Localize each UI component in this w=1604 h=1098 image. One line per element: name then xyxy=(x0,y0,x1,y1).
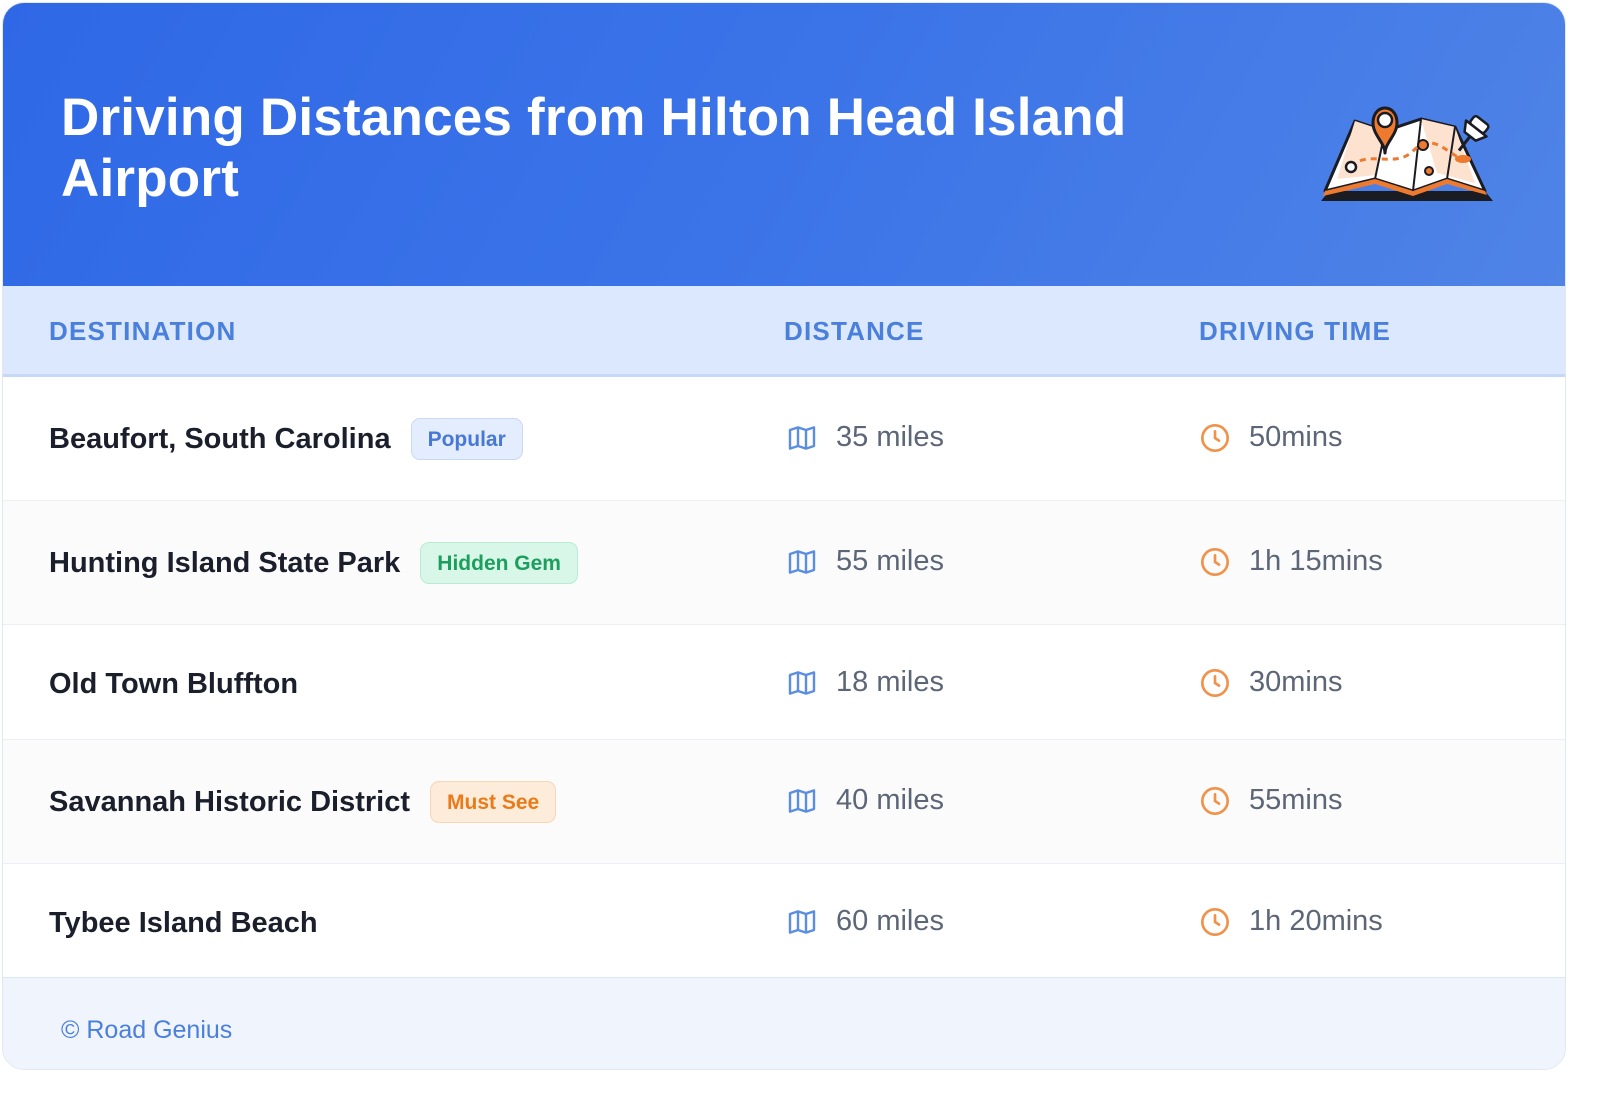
distance-cell: 18 miles xyxy=(786,666,944,699)
column-header-distance[interactable]: DISTANCE xyxy=(784,316,925,347)
clock-icon xyxy=(1201,423,1229,452)
distance-value: 40 miles xyxy=(836,784,944,816)
copyright-text[interactable]: © Road Genius xyxy=(61,1016,232,1045)
clock-icon xyxy=(1201,786,1229,815)
destination-cell: Old Town Bluffton xyxy=(49,661,298,707)
destination-cell: Savannah Historic District Must See xyxy=(49,779,557,825)
destination-name: Beaufort, South Carolina xyxy=(49,422,391,455)
distance-cell: 60 miles xyxy=(786,905,944,938)
driving-time-value: 30mins xyxy=(1249,666,1343,698)
folded-map-with-pins-icon xyxy=(1321,106,1493,201)
distance-value: 35 miles xyxy=(836,421,944,453)
popular-badge: Popular xyxy=(410,418,523,460)
driving-time-value: 1h 20mins xyxy=(1249,905,1383,937)
distance-cell: 55 miles xyxy=(786,545,944,578)
card-footer: © Road Genius xyxy=(3,977,1565,1069)
table-header: DESTINATION DISTANCE DRIVING TIME xyxy=(3,286,1565,377)
distance-cell: 35 miles xyxy=(786,421,944,454)
column-header-driving-time[interactable]: DRIVING TIME xyxy=(1199,316,1391,347)
table-row[interactable]: Hunting Island State Park Hidden Gem 55 … xyxy=(3,501,1565,625)
driving-time-cell: 1h 20mins xyxy=(1199,905,1383,938)
destination-name: Tybee Island Beach xyxy=(49,906,318,939)
destination-name: Hunting Island State Park xyxy=(49,546,401,579)
destination-cell: Hunting Island State Park Hidden Gem xyxy=(49,540,578,586)
hidden-gem-badge: Hidden Gem xyxy=(420,542,578,584)
map-icon xyxy=(788,909,816,934)
map-icon xyxy=(788,670,816,695)
map-icon xyxy=(788,788,816,813)
table-row[interactable]: Old Town Bluffton 18 miles 30mins xyxy=(3,625,1565,740)
driving-time-cell: 55mins xyxy=(1199,784,1343,817)
clock-icon xyxy=(1201,668,1229,697)
distance-value: 55 miles xyxy=(836,545,944,577)
page-title: Driving Distances from Hilton Head Islan… xyxy=(61,88,1127,208)
destination-cell: Tybee Island Beach xyxy=(49,900,318,946)
driving-time-cell: 50mins xyxy=(1199,421,1343,454)
column-header-destination[interactable]: DESTINATION xyxy=(49,316,237,347)
card-header: Driving Distances from Hilton Head Islan… xyxy=(3,3,1565,286)
destination-cell: Beaufort, South Carolina Popular xyxy=(49,416,523,462)
must-see-badge: Must See xyxy=(430,781,557,823)
distance-cell: 40 miles xyxy=(786,784,944,817)
table-row[interactable]: Savannah Historic District Must See 40 m… xyxy=(3,740,1565,864)
map-icon xyxy=(788,425,816,450)
clock-icon xyxy=(1201,547,1229,576)
table-row[interactable]: Beaufort, South Carolina Popular 35 mile… xyxy=(3,377,1565,501)
driving-time-cell: 1h 15mins xyxy=(1199,545,1383,578)
distance-value: 18 miles xyxy=(836,666,944,698)
map-icon xyxy=(788,549,816,574)
distance-value: 60 miles xyxy=(836,905,944,937)
driving-time-cell: 30mins xyxy=(1199,666,1343,699)
distance-card: Driving Distances from Hilton Head Islan… xyxy=(2,2,1566,1070)
table-row[interactable]: Tybee Island Beach 60 miles 1h 20mins xyxy=(3,864,1565,977)
destination-name: Savannah Historic District xyxy=(49,785,410,818)
driving-time-value: 50mins xyxy=(1249,421,1343,453)
destination-name: Old Town Bluffton xyxy=(49,667,299,700)
driving-time-value: 55mins xyxy=(1249,784,1343,816)
clock-icon xyxy=(1201,907,1229,936)
driving-time-value: 1h 15mins xyxy=(1249,545,1383,577)
